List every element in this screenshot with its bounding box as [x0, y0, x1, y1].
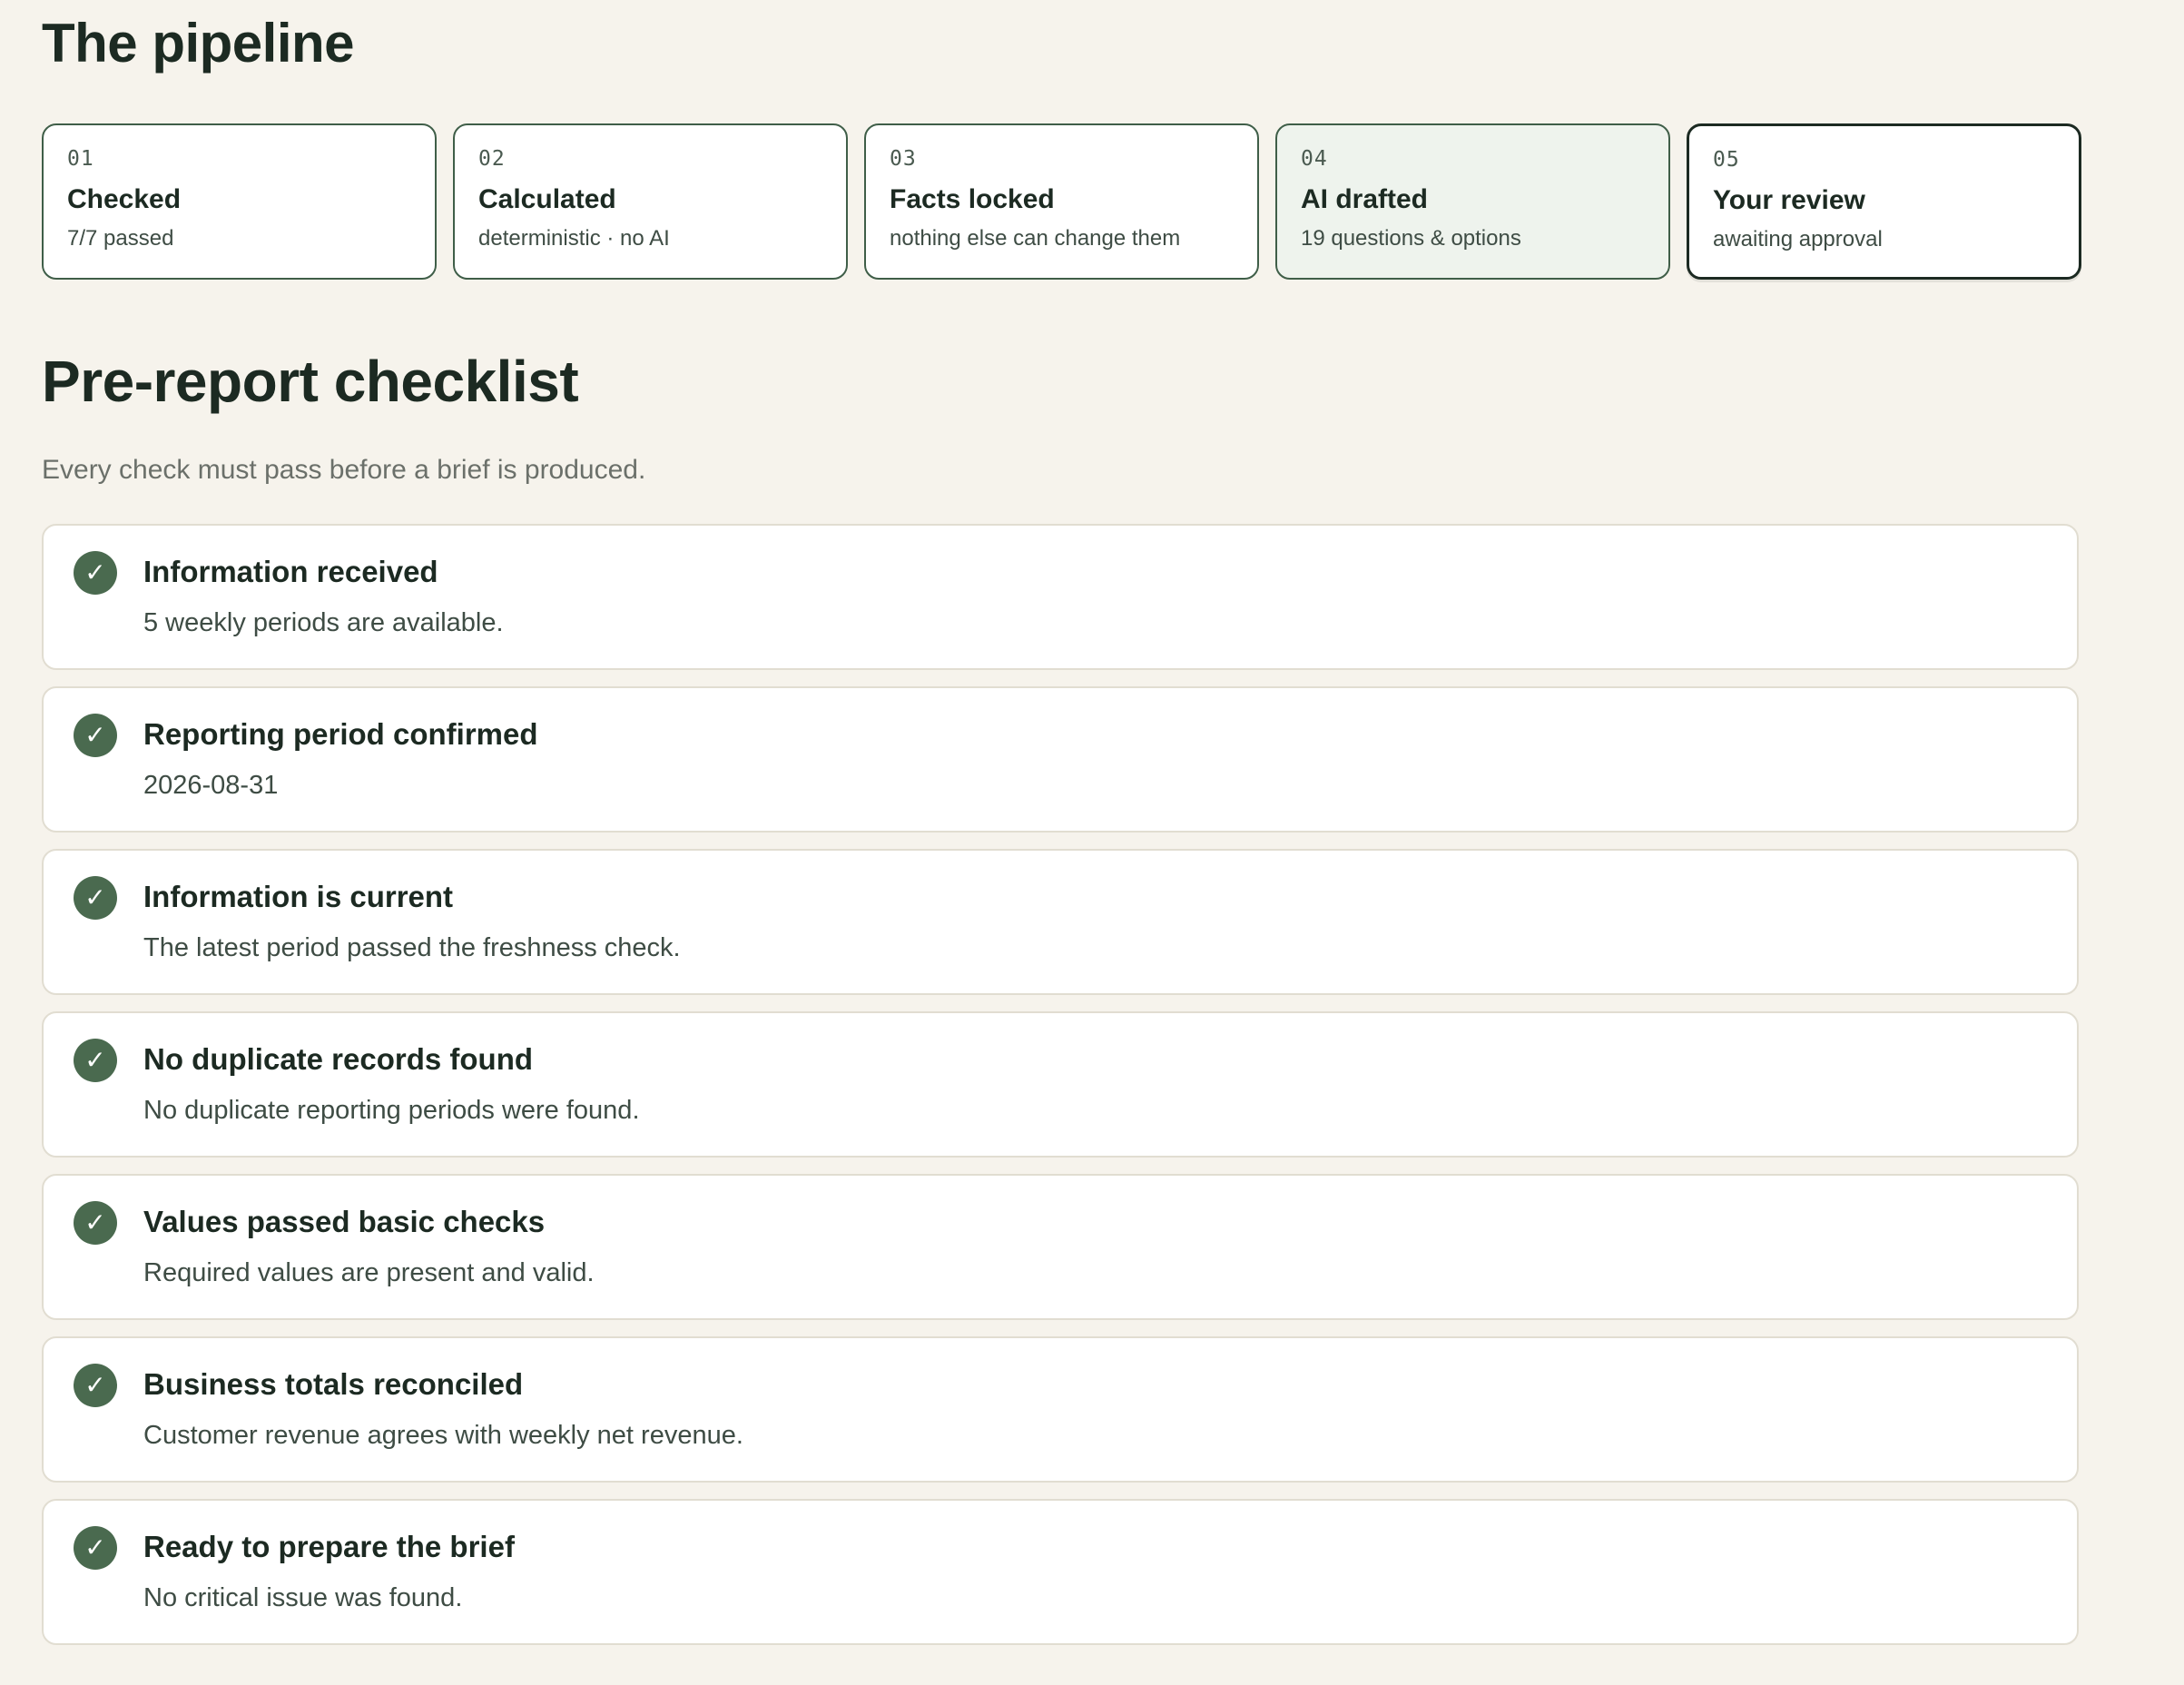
stage-subtitle: awaiting approval [1713, 227, 1883, 251]
check-detail: 5 weekly periods are available. [143, 608, 504, 637]
stage-facts-locked[interactable]: 03 Facts locked nothing else can change … [864, 123, 1259, 280]
check-icon: ✓ [74, 1039, 117, 1082]
check-detail: Customer revenue agrees with weekly net … [143, 1421, 743, 1450]
check-icon: ✓ [74, 551, 117, 595]
check-title: Reporting period confirmed [143, 717, 538, 751]
stage-title: Calculated [478, 184, 616, 214]
page: The pipeline 01 Checked 7/7 passed 02 Ca… [0, 0, 2184, 1685]
stage-number: 03 [890, 147, 917, 171]
stage-number: 05 [1713, 148, 1740, 172]
checklist-item-totals-reconciled: ✓ Business totals reconciled Customer re… [42, 1336, 2079, 1483]
stage-title: Facts locked [890, 184, 1055, 214]
check-detail: The latest period passed the freshness c… [143, 933, 681, 962]
stage-title: AI drafted [1301, 184, 1429, 214]
checklist: ✓ Information received 5 weekly periods … [42, 524, 2079, 1645]
stage-title: Your review [1713, 185, 1865, 215]
checklist-item-basic-checks: ✓ Values passed basic checks Required va… [42, 1174, 2079, 1320]
stage-subtitle: 19 questions & options [1301, 226, 1521, 251]
check-title: Information is current [143, 880, 454, 913]
checklist-item-ready: ✓ Ready to prepare the brief No critical… [42, 1499, 2079, 1645]
check-icon: ✓ [74, 714, 117, 757]
checklist-item-information-received: ✓ Information received 5 weekly periods … [42, 524, 2079, 670]
check-detail: No critical issue was found. [143, 1583, 463, 1612]
stage-number: 02 [478, 147, 506, 171]
pipeline-title: The pipeline [42, 13, 355, 74]
checklist-item-no-duplicates: ✓ No duplicate records found No duplicat… [42, 1011, 2079, 1158]
check-title: Information received [143, 555, 438, 588]
stage-subtitle: 7/7 passed [67, 226, 174, 251]
stage-title: Checked [67, 184, 182, 214]
checklist-description: Every check must pass before a brief is … [42, 455, 646, 485]
stage-ai-drafted[interactable]: 04 AI drafted 19 questions & options [1275, 123, 1670, 280]
stage-checked[interactable]: 01 Checked 7/7 passed [42, 123, 437, 280]
pipeline-stages: 01 Checked 7/7 passed 02 Calculated dete… [42, 123, 2081, 280]
check-icon: ✓ [74, 876, 117, 920]
check-title: No duplicate records found [143, 1042, 534, 1076]
check-title: Ready to prepare the brief [143, 1530, 515, 1563]
stage-number: 01 [67, 147, 94, 171]
stage-your-review[interactable]: 05 Your review awaiting approval [1687, 123, 2081, 280]
check-detail: 2026-08-31 [143, 771, 279, 800]
stage-calculated[interactable]: 02 Calculated deterministic · no AI [453, 123, 848, 280]
stage-subtitle: deterministic · no AI [478, 226, 670, 251]
check-detail: Required values are present and valid. [143, 1258, 595, 1287]
check-detail: No duplicate reporting periods were foun… [143, 1096, 640, 1125]
stage-number: 04 [1301, 147, 1328, 171]
checklist-item-reporting-period: ✓ Reporting period confirmed 2026-08-31 [42, 686, 2079, 833]
check-icon: ✓ [74, 1364, 117, 1407]
check-title: Values passed basic checks [143, 1205, 546, 1238]
stage-subtitle: nothing else can change them [890, 226, 1181, 251]
check-icon: ✓ [74, 1201, 117, 1245]
check-title: Business totals reconciled [143, 1367, 524, 1401]
checklist-title: Pre-report checklist [42, 349, 579, 414]
checklist-item-information-current: ✓ Information is current The latest peri… [42, 849, 2079, 995]
check-icon: ✓ [74, 1526, 117, 1570]
